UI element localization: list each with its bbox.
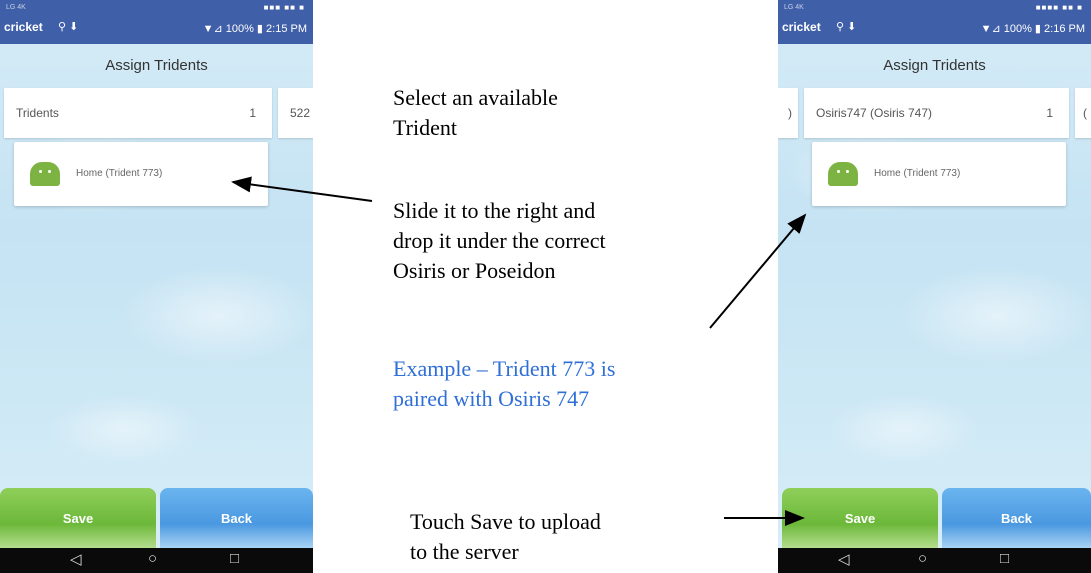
column-header-next[interactable]: 522 [278,88,313,138]
annotation-line: Osiris or Poseidon [393,258,556,283]
navigation-bar: ◁ ○ □ [0,548,313,573]
nav-back-icon[interactable]: ◁ [70,550,82,568]
annotation-line: drop it under the correct [393,228,606,253]
status-bar: LG 4K ■■■ ■■ ■ cricket ⚲ ⬇ ▼⊿ 100% ▮ 2:1… [0,0,313,44]
status-right: ▼⊿ 100% ▮ 2:15 PM [202,23,307,35]
status-top-right: ■■■■ ■■ ■ [1035,3,1083,12]
annotation-select: Select an available Trident [393,83,558,143]
column-name: 522 [290,106,311,120]
notification-icons: ⚲ ⬇ [836,21,857,33]
navigation-bar: ◁ ○ □ [778,548,1091,573]
trident-card[interactable]: Home (Trident 773) [14,142,268,206]
back-button[interactable]: Back [942,488,1091,548]
column-header-next[interactable]: ( [1075,88,1091,138]
column-name: ( [1083,106,1087,120]
back-button[interactable]: Back [160,488,313,548]
status-top-left: LG 4K [6,4,26,11]
annotation-line: Select an available [393,85,558,110]
save-button[interactable]: Save [0,488,156,548]
save-button[interactable]: Save [782,488,938,548]
nav-back-icon[interactable]: ◁ [838,550,850,568]
column-count: 1 [1046,106,1053,120]
status-bar: LG 4K ■■■■ ■■ ■ cricket ⚲ ⬇ ▼⊿ 100% ▮ 2:… [778,0,1091,44]
annotation-slide: Slide it to the right and drop it under … [393,196,606,286]
annotation-example: Example – Trident 773 is paired with Osi… [393,354,615,414]
trident-card-label: Home (Trident 773) [76,168,163,179]
annotation-line: paired with Osiris 747 [393,386,590,411]
annotation-line: Slide it to the right and [393,198,596,223]
annotation-line: to the server [410,539,519,564]
trident-card-label: Home (Trident 773) [874,168,961,179]
nav-recents-icon[interactable]: □ [230,550,239,567]
nav-home-icon[interactable]: ○ [918,550,927,567]
page-title: Assign Tridents [883,57,986,74]
notification-icons: ⚲ ⬇ [58,21,79,33]
column-header-osiris747[interactable]: Osiris747 (Osiris 747) 1 [804,88,1069,138]
status-right: ▼⊿ 100% ▮ 2:16 PM [980,23,1085,35]
column-name: Osiris747 (Osiris 747) [816,106,933,120]
annotation-line: Example – Trident 773 is [393,356,616,381]
android-icon [30,162,60,186]
left-phone-screenshot: LG 4K ■■■ ■■ ■ cricket ⚲ ⬇ ▼⊿ 100% ▮ 2:1… [0,0,313,573]
status-top-right: ■■■ ■■ ■ [263,3,305,12]
annotation-line: Touch Save to upload [410,509,601,534]
carrier-label: cricket [782,20,821,34]
column-name: ) [788,106,792,120]
annotation-line: Trident [393,115,457,140]
nav-home-icon[interactable]: ○ [148,550,157,567]
nav-recents-icon[interactable]: □ [1000,550,1009,567]
right-phone-screenshot: LG 4K ■■■■ ■■ ■ cricket ⚲ ⬇ ▼⊿ 100% ▮ 2:… [778,0,1091,573]
column-header-tridents[interactable]: Tridents 1 [4,88,272,138]
column-header-prev[interactable]: ) [778,88,798,138]
page-title: Assign Tridents [105,57,208,74]
carrier-label: cricket [4,20,43,34]
android-icon [828,162,858,186]
annotation-save: Touch Save to upload to the server [410,507,601,567]
column-name: Tridents [16,106,59,120]
trident-card[interactable]: Home (Trident 773) [812,142,1066,206]
status-top-left: LG 4K [784,4,804,11]
column-count: 1 [249,106,256,120]
